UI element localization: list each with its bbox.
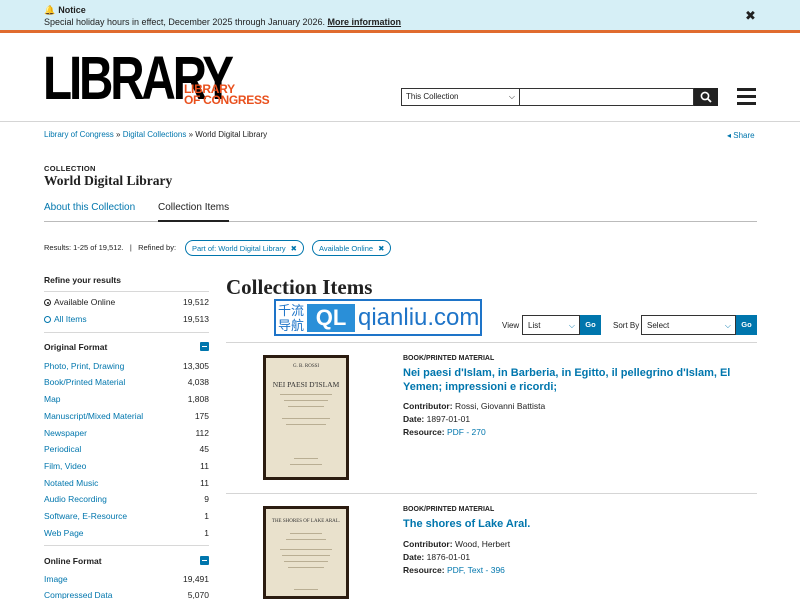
resource-link[interactable]: PDF - 270 bbox=[447, 427, 486, 437]
sidebar-divider bbox=[44, 332, 209, 333]
search-scope-select[interactable]: This Collection ⌵ bbox=[401, 88, 520, 106]
library-of-congress-logo[interactable]: LIBRARY OF CONGRESS bbox=[184, 83, 270, 106]
breadcrumb-library-of-congress[interactable]: Library of Congress bbox=[44, 130, 114, 139]
collection-items-heading: Collection Items bbox=[226, 275, 373, 299]
share-button[interactable]: ◂ Share bbox=[727, 131, 755, 140]
refine-heading: Refine your results bbox=[44, 275, 121, 285]
view-label: View bbox=[502, 321, 520, 330]
collection-label: COLLECTION bbox=[44, 164, 96, 173]
notice-text: Special holiday hours in effect, Decembe… bbox=[44, 17, 402, 27]
radio-unselected-icon[interactable] bbox=[44, 316, 51, 323]
search-input[interactable] bbox=[519, 88, 694, 106]
view-select[interactable]: List ⌵ bbox=[522, 315, 580, 335]
item-resource: Resource: PDF - 270 bbox=[403, 427, 486, 437]
original-format-heading: Original Format bbox=[44, 342, 108, 352]
search-icon bbox=[700, 91, 712, 103]
item-format: BOOK/PRINTED MATERIAL bbox=[403, 506, 495, 513]
more-information-link[interactable]: More information bbox=[328, 17, 402, 27]
radio-selected-icon[interactable] bbox=[44, 299, 51, 306]
menu-icon[interactable] bbox=[737, 88, 756, 105]
sidebar-divider bbox=[44, 291, 209, 292]
item-title-link[interactable]: Nei paesi d'Islam, in Barberia, in Egitt… bbox=[403, 366, 753, 394]
item-date: Date: 1876-01-01 bbox=[403, 552, 471, 562]
item-contributor: Contributor: Rossi, Giovanni Battista bbox=[403, 401, 546, 411]
results-divider bbox=[226, 493, 757, 494]
sort-select[interactable]: Select ⌵ bbox=[641, 315, 736, 335]
sidebar-divider bbox=[44, 545, 209, 546]
filter-chip-available-online[interactable]: Available Online ✖ bbox=[312, 240, 392, 256]
search-button[interactable] bbox=[694, 88, 718, 106]
item-format: BOOK/PRINTED MATERIAL bbox=[403, 355, 495, 362]
breadcrumb-current: World Digital Library bbox=[195, 130, 268, 139]
item-date: Date: 1897-01-01 bbox=[403, 414, 471, 424]
item-title-link[interactable]: The shores of Lake Aral. bbox=[403, 517, 753, 531]
notice-title: 🔔 Notice bbox=[44, 5, 86, 15]
collapse-minus-icon[interactable] bbox=[200, 556, 209, 565]
resource-link[interactable]: PDF, Text - 396 bbox=[447, 565, 505, 575]
share-icon: ◂ bbox=[727, 131, 732, 140]
remove-filter-icon[interactable]: ✖ bbox=[291, 244, 297, 253]
view-go-button[interactable]: Go bbox=[580, 315, 601, 335]
breadcrumb: Library of Congress » Digital Collection… bbox=[44, 130, 268, 139]
chevron-down-icon: ⌵ bbox=[508, 92, 515, 101]
header-divider bbox=[0, 121, 800, 122]
sort-go-button[interactable]: Go bbox=[736, 315, 757, 335]
collection-tabs: About this Collection Collection Items bbox=[44, 202, 757, 222]
item-thumbnail[interactable]: THE SHORES OF LAKE ARAL. bbox=[263, 506, 349, 599]
online-format-heading: Online Format bbox=[44, 556, 102, 566]
chevron-down-icon: ⌵ bbox=[724, 321, 731, 330]
item-contributor: Contributor: Wood, Herbert bbox=[403, 539, 511, 549]
sort-label: Sort By bbox=[613, 321, 640, 330]
notice-banner: 🔔 Notice Special holiday hours in effect,… bbox=[0, 0, 800, 33]
results-divider bbox=[226, 342, 757, 343]
collapse-minus-icon[interactable] bbox=[200, 342, 209, 351]
item-thumbnail[interactable]: G. B. ROSSI NEI PAESI D'ISLAM bbox=[263, 355, 349, 480]
page-title: World Digital Library bbox=[44, 173, 173, 188]
tab-about[interactable]: About this Collection bbox=[44, 202, 135, 213]
remove-filter-icon[interactable]: ✖ bbox=[378, 244, 384, 253]
filter-chip-part-of[interactable]: Part of: World Digital Library ✖ bbox=[185, 240, 304, 256]
tab-collection-items[interactable]: Collection Items bbox=[158, 202, 230, 222]
chevron-down-icon: ⌵ bbox=[568, 321, 575, 330]
watermark-logo: 千流导航 QL qianliu.com bbox=[274, 299, 482, 336]
bell-icon: 🔔 bbox=[44, 5, 56, 15]
close-icon[interactable]: ✖ bbox=[745, 8, 756, 24]
results-summary: Results: 1-25 of 19,512. | Refined by: bbox=[44, 243, 177, 252]
item-resource: Resource: PDF, Text - 396 bbox=[403, 565, 505, 575]
breadcrumb-digital-collections[interactable]: Digital Collections bbox=[123, 130, 187, 139]
